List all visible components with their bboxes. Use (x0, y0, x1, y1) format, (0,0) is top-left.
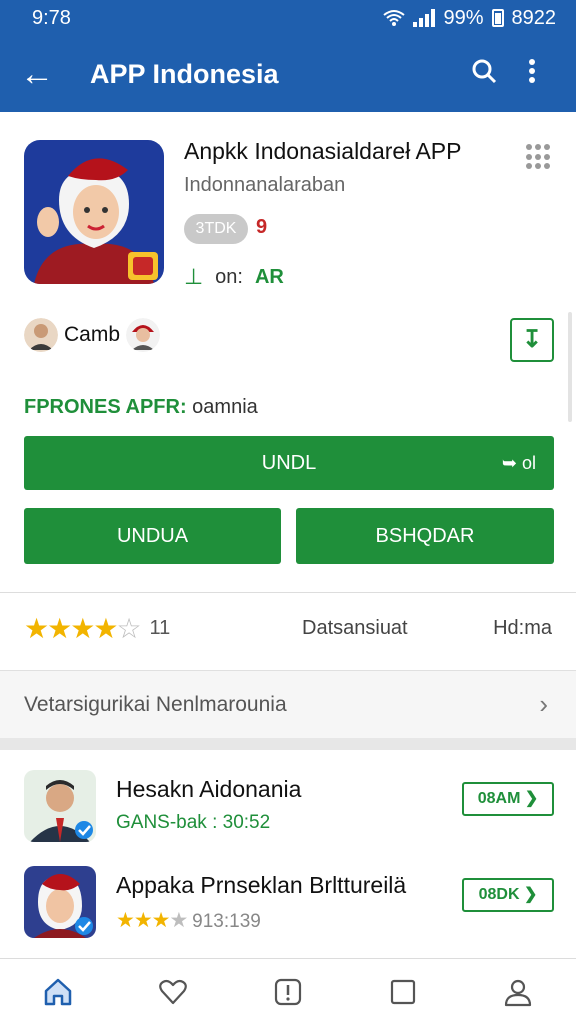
scrollbar[interactable] (568, 312, 572, 422)
badge-number: 9 (256, 216, 268, 238)
alert-icon (274, 978, 302, 1005)
rating-row: ★★★★☆ 11 Datsansiuat Hd:ma (24, 612, 554, 645)
divider (0, 592, 576, 593)
app-subtitle: Indonnanalaraban (184, 174, 346, 196)
page-title: APP Indonesia (90, 58, 279, 89)
list-item-title: Hesakn Aidonania (116, 776, 302, 802)
download-icon[interactable]: ↧ (510, 318, 554, 362)
list-item-action-label: 08AM (477, 790, 521, 807)
grid-dots-icon[interactable] (526, 144, 552, 170)
star-outline-icon: ☆ (116, 613, 141, 644)
handshake-icon: ➥ (501, 453, 517, 473)
nav-home[interactable] (28, 962, 88, 1022)
list-item[interactable]: Appaka Prnseklan Brlttureilä ★★★★ 913:13… (24, 866, 554, 940)
chevron-right-icon: ❯ (524, 790, 539, 807)
secondary-button-a[interactable]: UNDUA (24, 508, 281, 564)
list-item-title: Appaka Prnseklan Brlttureilä (116, 872, 407, 898)
rating-end-text: Hd:ma (493, 617, 552, 639)
install-value: AR (254, 265, 284, 288)
star-icon: ★ (24, 613, 49, 644)
app-screen: 9:78 99% 8922 ← APP Indonesia Anpkk Indo… (0, 0, 576, 1024)
nav-alerts[interactable] (258, 962, 318, 1022)
list-item-stars: ★★★★ (116, 909, 192, 932)
chevron-right-icon: ❯ (523, 886, 538, 903)
star-icon: ★ (116, 909, 135, 932)
developer-avatar (24, 318, 58, 352)
rating-stars: ★★★★☆ (24, 612, 142, 645)
list-item-action-button[interactable]: 08DK ❯ (462, 878, 554, 912)
search-icon[interactable] (460, 58, 508, 91)
developer-name: Camb (64, 323, 121, 346)
section-link-label: Vetarsigurikai Nenlmarounia (24, 692, 287, 716)
status-bar: 9:78 99% 8922 (0, 0, 576, 36)
phones-label: FPRONES APFR: (24, 396, 187, 418)
list-item-action-label: 08DK (478, 886, 520, 903)
app-icon (24, 140, 164, 284)
primary-button-side: ➥ ol (502, 436, 536, 490)
list-thumbnail (24, 770, 96, 842)
phones-line: FPRONES APFR: oamnia (24, 396, 258, 419)
chevron-right-icon: › (539, 689, 548, 719)
primary-button-label: UNDL (261, 452, 317, 474)
list-item[interactable]: Hesakn Aidonania GANS-bak : 30:52 08AM ❯ (24, 770, 554, 844)
app-title: Anpkk Indonasialdareł APP (184, 138, 462, 164)
developer-avatar-2 (126, 318, 161, 352)
developer-row[interactable]: Camb (24, 318, 161, 352)
list-item-meta: 913:139 (192, 911, 261, 932)
battery-icon (491, 9, 504, 27)
bottom-navigation (0, 958, 576, 1024)
status-time: 9:78 (32, 6, 71, 29)
person-icon (505, 979, 532, 1006)
star-icon: ★ (133, 909, 153, 932)
star-icon: ★ (47, 613, 72, 644)
battery-percent: 99% (443, 6, 484, 29)
status-clock: 8922 (511, 6, 557, 29)
status-icons: 99% 8922 (383, 7, 556, 30)
wifi-icon (383, 10, 406, 26)
rating-count: 11 (149, 617, 171, 639)
home-icon (44, 978, 71, 1005)
star-icon: ★ (169, 909, 188, 932)
phones-value: oamnia (192, 396, 258, 418)
rating-middle-text: Datsansiuat (302, 617, 408, 639)
secondary-button-b[interactable]: BSHQDAR (296, 508, 554, 564)
list-thumbnail (24, 866, 96, 938)
section-gap (0, 738, 576, 750)
nav-library[interactable] (373, 962, 433, 1022)
star-icon: ★ (93, 613, 118, 644)
install-info: ⊥ on: AR (184, 264, 284, 290)
star-icon: ★ (70, 613, 95, 644)
nav-profile[interactable] (488, 962, 548, 1022)
size-badge: 3TDK (184, 214, 248, 244)
primary-button-side-label: ol (521, 453, 536, 473)
square-icon (391, 979, 416, 1004)
signal-icon (413, 9, 436, 27)
list-item-meta: GANS-bak : 30:52 (116, 812, 271, 833)
heart-icon (158, 979, 187, 1004)
list-item-action-button[interactable]: 08AM ❯ (462, 782, 554, 816)
back-icon[interactable]: ← (20, 55, 66, 94)
primary-download-button[interactable]: UNDL ➥ ol (24, 436, 554, 490)
more-vertical-icon[interactable] (508, 58, 556, 91)
list-item-meta-row: ★★★★ 913:139 (116, 908, 261, 933)
nav-favorites[interactable] (143, 962, 203, 1022)
app-bar: ← APP Indonesia (0, 36, 576, 112)
install-label: on: (215, 265, 243, 288)
star-half-icon: ★ (151, 909, 171, 932)
install-icon: ⊥ (184, 264, 204, 289)
section-link[interactable]: Vetarsigurikai Nenlmarounia › (0, 670, 576, 738)
